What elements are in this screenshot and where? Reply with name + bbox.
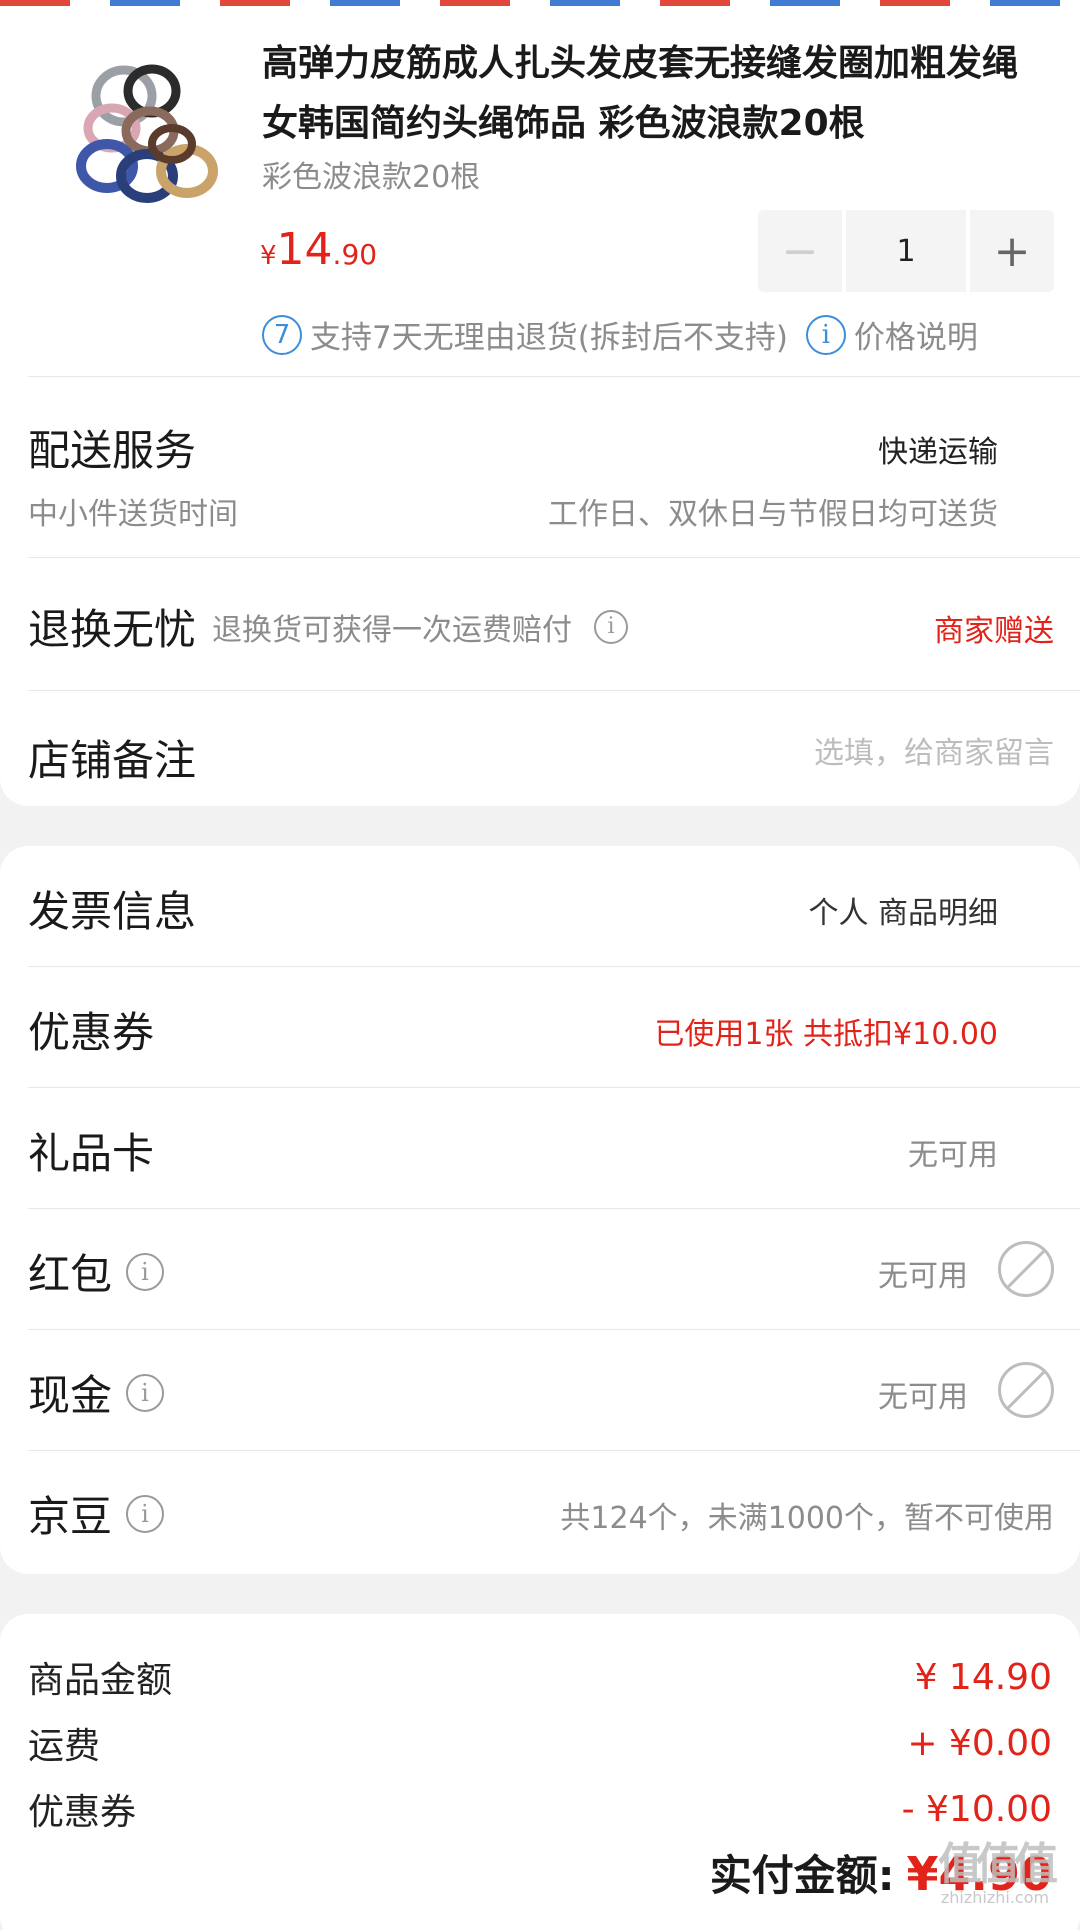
payment-options-card: 发票信息 个人 商品明细 优惠券 已使用1张 共抵扣¥10.00 礼品卡 无可用… <box>0 846 1080 1574</box>
product-title[interactable]: 高弹力皮筋成人扎头发皮套无接缝发圈加粗发绳女韩国简约头绳饰品 彩色波浪款20根 <box>262 34 1052 154</box>
product-thumbnail[interactable] <box>62 36 232 236</box>
info-icon[interactable]: i <box>126 1252 165 1291</box>
option-label: 京豆 <box>28 1492 113 1541</box>
summary-label: 优惠券 <box>28 1792 137 1833</box>
delivery-time-value: 工作日、双休日与节假日均可送货 <box>548 497 998 532</box>
price-integer: 14 <box>276 224 333 275</box>
option-value: 共124个，未满1000个，暂不可使用 <box>560 1501 1054 1536</box>
product-notes: 7 支持7天无理由退货(拆封后不支持) i 价格说明 <box>262 312 978 357</box>
returns-desc: 退换货可获得一次运费赔付 <box>212 612 573 648</box>
cash-row: 现金 i 无可用 <box>0 1330 1080 1450</box>
minus-icon[interactable]: − <box>758 210 842 292</box>
price-decimal: .90 <box>332 238 378 271</box>
returns-label: 退换无忧 <box>28 605 197 654</box>
summary-value: - ¥10.00 <box>901 1788 1052 1830</box>
price-explain-link[interactable]: 价格说明 <box>854 312 978 357</box>
option-value: 无可用 <box>878 1380 968 1415</box>
delivery-time-label: 中小件送货时间 <box>28 497 238 532</box>
info-icon[interactable]: i <box>594 609 629 644</box>
summary-row: 运费 + ¥0.00 <box>0 1710 1080 1776</box>
option-value: 已使用1张 共抵扣¥10.00 <box>654 1017 998 1052</box>
returns-row[interactable]: 退换无忧 退换货可获得一次运费赔付 i 商家赠送 <box>0 558 1080 690</box>
delivery-row[interactable]: 配送服务 快递运输 中小件送货时间 工作日、双休日与节假日均可送货 <box>0 377 1080 557</box>
delivery-value: 快递运输 <box>878 435 998 470</box>
jingdou-row: 京豆 i 共124个，未满1000个，暂不可使用 <box>0 1451 1080 1571</box>
price-currency: ¥ <box>260 241 277 271</box>
quantity-stepper: − 1 + <box>758 210 1054 292</box>
returns-value: 商家赠送 <box>934 614 1054 649</box>
option-label: 现金 <box>28 1371 113 1420</box>
summary-label: 运费 <box>28 1726 101 1767</box>
option-value: 无可用 <box>908 1138 998 1173</box>
product-variant: 彩色波浪款20根 <box>262 160 481 195</box>
invoice-row[interactable]: 发票信息 个人 商品明细 <box>0 846 1080 966</box>
return-7-icon: 7 <box>262 314 302 355</box>
option-label: 优惠券 <box>28 1008 155 1057</box>
summary-row: 优惠券 - ¥10.00 <box>0 1776 1080 1842</box>
remark-input[interactable] <box>634 731 1054 775</box>
coupon-row[interactable]: 优惠券 已使用1张 共抵扣¥10.00 <box>0 967 1080 1087</box>
option-value: 个人 商品明细 <box>808 896 998 931</box>
info-icon[interactable]: i <box>126 1373 165 1412</box>
summary-label: 商品金额 <box>28 1660 173 1701</box>
summary-value: + ¥0.00 <box>907 1722 1052 1764</box>
delivery-label: 配送服务 <box>28 426 197 475</box>
redpacket-row: 红包 i 无可用 <box>0 1209 1080 1329</box>
product-price: ¥14.90 <box>260 224 377 275</box>
info-icon[interactable]: i <box>805 314 846 355</box>
remark-label: 店铺备注 <box>28 736 197 785</box>
quantity-input[interactable]: 1 <box>846 210 966 292</box>
watermark-sub: zhizhizhi.com <box>940 1888 1050 1907</box>
info-icon[interactable]: i <box>126 1494 165 1533</box>
total-label: 实付金额: <box>709 1851 895 1900</box>
option-label: 发票信息 <box>28 887 197 936</box>
order-card: 高弹力皮筋成人扎头发皮套无接缝发圈加粗发绳女韩国简约头绳饰品 彩色波浪款20根 … <box>0 6 1080 806</box>
watermark-text: 值值值 <box>938 1839 1058 1890</box>
summary-value: ¥ 14.90 <box>914 1656 1052 1698</box>
product-item[interactable]: 高弹力皮筋成人扎头发皮套无接缝发圈加粗发绳女韩国简约头绳饰品 彩色波浪款20根 … <box>0 6 1080 376</box>
option-value: 无可用 <box>878 1259 968 1294</box>
plus-icon[interactable]: + <box>970 210 1054 292</box>
return-policy-text[interactable]: 支持7天无理由退货(拆封后不支持) <box>310 312 788 357</box>
remark-row: 店铺备注 <box>0 691 1080 809</box>
disabled-icon <box>998 1362 1054 1418</box>
summary-card: 商品金额 ¥ 14.90 运费 + ¥0.00 优惠券 - ¥10.00 实付金… <box>0 1614 1080 1930</box>
option-label: 礼品卡 <box>28 1129 155 1178</box>
giftcard-row[interactable]: 礼品卡 无可用 <box>0 1088 1080 1208</box>
summary-row: 商品金额 ¥ 14.90 <box>0 1644 1080 1710</box>
watermark: 值值值 zhizhizhi.com <box>920 1828 1070 1907</box>
disabled-icon <box>998 1241 1054 1297</box>
option-label: 红包 <box>28 1250 113 1299</box>
